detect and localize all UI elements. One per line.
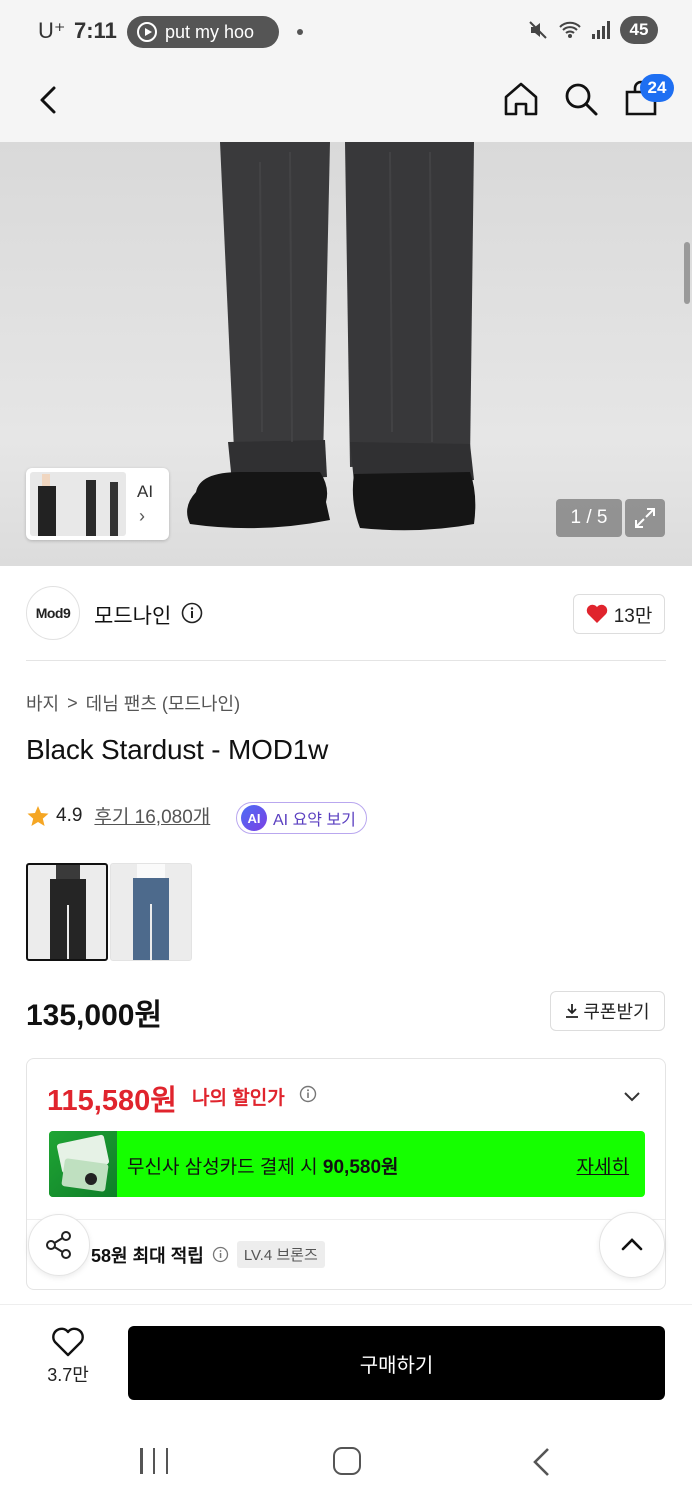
cart-count-badge: 24 [640, 74, 674, 102]
top-nav: 24 [0, 62, 692, 142]
system-nav-bar [0, 1424, 692, 1500]
brand-like-count: 13만 [613, 605, 653, 627]
card-promo-prefix: 무신사 삼성카드 결제 시 [127, 1157, 323, 1178]
brand-logo[interactable]: Mod9 [26, 586, 80, 640]
battery-indicator: 45 [620, 16, 658, 44]
clock: 7:11 [74, 18, 117, 43]
my-discount-label: 나의 할인가 [192, 1088, 285, 1109]
color-variant-black[interactable] [26, 863, 108, 961]
signal-icon [592, 21, 610, 39]
level-badge: LV.4 브론즈 [236, 1241, 325, 1268]
share-button[interactable] [28, 1214, 90, 1276]
system-back-icon[interactable] [528, 1446, 556, 1478]
download-icon [566, 1004, 579, 1018]
info-icon[interactable] [299, 1085, 317, 1103]
rating-score: 4.9 [56, 804, 83, 826]
heart-outline-icon [52, 1327, 84, 1357]
heart-icon [586, 604, 607, 623]
status-icons: 45 [528, 16, 658, 44]
bottom-action-bar: 3.7만 구매하기 [0, 1304, 692, 1424]
coupon-label: 쿠폰받기 [583, 1002, 650, 1022]
review-count-link[interactable]: 후기 16,080개 [94, 802, 210, 829]
chevron-up-icon [621, 1238, 643, 1251]
info-icon[interactable] [212, 1246, 229, 1263]
back-icon[interactable] [30, 80, 70, 120]
color-variant-blue[interactable] [110, 863, 192, 961]
media-title: put my hoo [165, 21, 255, 42]
mute-icon [529, 21, 547, 39]
breadcrumb-separator: > [67, 692, 78, 713]
ai-label: AI [137, 482, 154, 501]
breadcrumb-item-category[interactable]: 바지 [26, 690, 59, 716]
rating-row: 4.9 후기 16,080개 [26, 802, 210, 829]
breadcrumb-item-subcategory[interactable]: 데님 팬츠 (모드나인) [86, 690, 240, 716]
product-title: Black Stardust - MOD1w [26, 734, 329, 765]
share-icon [46, 1231, 71, 1259]
chevron-down-icon[interactable] [621, 1085, 643, 1107]
recent-apps-icon[interactable] [140, 1448, 168, 1474]
ai-summary-label: AI 요약 보기 [273, 812, 356, 829]
my-discount-price: 115,580원 [47, 1085, 177, 1117]
discount-panel: 115,580원 나의 할인가 무신사 삼성카드 결제 시 90,580원 자세… [26, 1058, 666, 1290]
card-detail-link[interactable]: 자세히 [577, 1152, 629, 1179]
expand-icon [635, 508, 655, 528]
brand-like-button[interactable]: 13만 [573, 594, 665, 634]
card-promo-amount: 90,580원 [322, 1157, 399, 1178]
expand-button[interactable] [625, 499, 665, 537]
card-promo-banner[interactable]: 무신사 삼성카드 결제 시 90,580원 자세히 [49, 1131, 645, 1197]
notification-dot [297, 29, 303, 35]
ai-summary-button[interactable]: AI AI 요약 보기 [236, 802, 367, 834]
coupon-button[interactable]: 쿠폰받기 [550, 991, 665, 1031]
media-pill[interactable]: put my hoo [127, 16, 279, 48]
ai-fitting-thumbnail[interactable]: AI › [26, 468, 169, 540]
wifi-icon [559, 21, 581, 38]
carrier-label: U⁺ [38, 18, 66, 43]
divider [27, 1219, 665, 1220]
card-image [49, 1131, 117, 1197]
breadcrumb: 바지 > 데님 팬츠 (모드나인) [26, 690, 240, 716]
points-text: 58원 최대 적립 [91, 1245, 204, 1266]
wishlist-button[interactable]: 3.7만 [30, 1327, 106, 1397]
chevron-right-icon: › [139, 506, 145, 526]
divider [26, 660, 666, 661]
status-bar: U⁺ 7:11 put my hoo 45 [0, 0, 692, 62]
points-row: 58원 최대 적립 LV.4 브론즈 [91, 1241, 325, 1268]
scroll-top-button[interactable] [599, 1212, 665, 1278]
info-icon[interactable] [181, 602, 203, 624]
star-icon [27, 805, 49, 826]
product-price: 135,000원 [26, 999, 163, 1032]
search-icon[interactable] [560, 78, 602, 120]
home-icon[interactable] [500, 78, 542, 120]
brand-name[interactable]: 모드나인 [94, 600, 171, 630]
wishlist-count: 3.7만 [47, 1365, 89, 1385]
image-counter: 1 / 5 [556, 499, 622, 537]
card-promo-text: 무신사 삼성카드 결제 시 90,580원 [127, 1152, 399, 1179]
ai-icon: AI [241, 805, 267, 831]
thumbnail-image [30, 472, 126, 536]
buy-button[interactable]: 구매하기 [128, 1326, 665, 1400]
page-scrollbar[interactable] [684, 242, 690, 304]
play-icon [137, 22, 157, 42]
home-button-icon[interactable] [333, 1447, 361, 1475]
